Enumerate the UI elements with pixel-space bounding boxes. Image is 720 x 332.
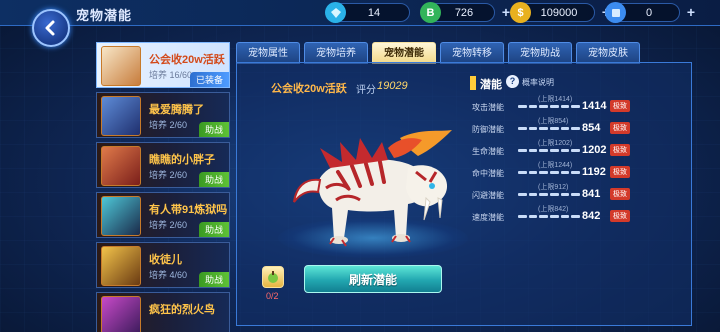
pet-avatar <box>101 246 141 286</box>
tab-bar: 宠物属性 宠物培养 宠物潜能 宠物转移 宠物助战 宠物皮肤 <box>236 42 696 64</box>
stat-name: 速度潜能 <box>472 213 504 222</box>
pet-name: 收徒儿 <box>149 254 182 266</box>
pet-level: 培养 2/60 <box>149 220 188 230</box>
pet-list-item[interactable]: 最爱腾腾了 培养 2/60 助战 <box>96 92 230 138</box>
material-count: 0/2 <box>266 291 279 301</box>
b-coin-plus-button[interactable]: + <box>502 4 510 20</box>
tab-pet-training[interactable]: 宠物培养 <box>304 42 368 64</box>
resource-gold: $ 109000 + <box>510 2 610 23</box>
white-tiger-pet-image <box>293 130 452 247</box>
gold-coin-icon: $ <box>510 2 531 23</box>
stat-row-speed: 速度潜能 (上限842) 842 极致 <box>470 204 692 226</box>
stat-progress <box>518 149 581 152</box>
tab-pet-potential[interactable]: 宠物潜能 <box>372 42 436 64</box>
resource-b-coin: B 726 + <box>420 2 510 23</box>
stat-grade-badge: 极致 <box>610 188 630 200</box>
potential-stats-panel: 潜能 ? 概率说明 攻击潜能 (上限1414) 1414 极致 防御潜能 (上限… <box>470 72 692 302</box>
tab-pet-attributes[interactable]: 宠物属性 <box>236 42 300 64</box>
top-bar: 宠物潜能 14 B 726 + $ 109000 + 0 + <box>0 0 720 26</box>
refresh-potential-button[interactable]: 刷新潜能 <box>304 265 442 293</box>
chevron-left-icon <box>45 20 55 36</box>
stat-progress <box>518 171 581 174</box>
pet-avatar <box>101 146 141 186</box>
tab-pet-transfer[interactable]: 宠物转移 <box>440 42 504 64</box>
page-title: 宠物潜能 <box>76 8 133 23</box>
stat-value: 1192 <box>582 166 606 178</box>
pet-avatar <box>101 196 141 236</box>
stat-row-accuracy: 命中潜能 (上限1244) 1192 极致 <box>470 160 692 182</box>
pet-level: 培养 4/60 <box>149 270 188 280</box>
stat-grade-badge: 极致 <box>610 144 630 156</box>
pet-list-item[interactable]: 疯狂的烈火鸟 <box>96 292 230 332</box>
stat-cap: (上限1202) <box>538 140 573 147</box>
stat-grade-badge: 极致 <box>610 122 630 134</box>
stat-cap: (上限1244) <box>538 162 573 169</box>
card-plus-button[interactable]: + <box>687 4 695 20</box>
assist-badge: 助战 <box>198 272 229 287</box>
pet-name: 瞧瞧的小胖子 <box>149 154 215 166</box>
pet-name: 疯狂的烈火鸟 <box>149 304 215 316</box>
b-coin-icon: B <box>420 2 441 23</box>
stat-name: 闪避潜能 <box>472 191 504 200</box>
stat-progress <box>518 127 581 130</box>
pet-avatar <box>101 46 141 86</box>
pet-avatar <box>101 96 141 136</box>
card-icon <box>605 2 626 23</box>
pet-name: 公会收20w活跃 <box>149 54 225 66</box>
stat-grade-badge: 极致 <box>610 166 630 178</box>
stat-name: 攻击潜能 <box>472 103 504 112</box>
probability-info-link[interactable]: 概率说明 <box>522 77 554 88</box>
pet-name: 最爱腾腾了 <box>149 104 204 116</box>
tab-pet-skin[interactable]: 宠物皮肤 <box>576 42 640 64</box>
fruit-icon <box>268 271 278 283</box>
material-slot[interactable] <box>262 266 284 288</box>
stat-row-attack: 攻击潜能 (上限1414) 1414 极致 <box>470 94 692 116</box>
diamond-icon <box>325 2 346 23</box>
resource-diamond: 14 <box>325 2 410 23</box>
pet-level: 培养 2/60 <box>149 170 188 180</box>
stat-row-evasion: 闪避潜能 (上限912) 841 极致 <box>470 182 692 204</box>
stat-progress <box>518 193 581 196</box>
stat-progress <box>518 105 581 108</box>
detail-pet-name: 公会收20w活跃 <box>271 83 347 95</box>
stat-value: 1414 <box>582 100 607 112</box>
stat-name: 防御潜能 <box>472 125 504 134</box>
pet-list-item[interactable]: 公会收20w活跃 培养 16/60 已装备 <box>96 42 230 88</box>
score-label: 评分 <box>356 85 376 96</box>
section-accent <box>470 76 476 90</box>
stat-value: 1202 <box>582 144 607 156</box>
stat-progress <box>518 215 581 218</box>
stat-cap: (上限1414) <box>538 96 573 103</box>
stat-row-defense: 防御潜能 (上限854) 854 极致 <box>470 116 692 138</box>
assist-badge: 助战 <box>198 122 229 137</box>
stat-grade-badge: 极致 <box>610 210 630 222</box>
score-value: 19029 <box>377 80 408 92</box>
stat-name: 命中潜能 <box>472 169 504 178</box>
pet-list-item[interactable]: 有人带91炼狱吗 培养 2/60 助战 <box>96 192 230 238</box>
stat-grade-badge: 极致 <box>610 100 630 112</box>
pet-list-item[interactable]: 瞧瞧的小胖子 培养 2/60 助战 <box>96 142 230 188</box>
help-icon[interactable]: ? <box>506 75 519 88</box>
stat-name: 生命潜能 <box>472 147 504 156</box>
assist-badge: 助战 <box>198 172 229 187</box>
stat-cap: (上限854) <box>538 118 569 125</box>
stat-value: 854 <box>582 122 601 134</box>
resource-card: 0 + <box>605 2 695 23</box>
pet-avatar <box>101 296 141 332</box>
stat-cap: (上限912) <box>538 184 569 191</box>
back-button[interactable] <box>32 9 70 47</box>
stat-value: 842 <box>582 210 601 222</box>
equipped-badge: 已装备 <box>189 72 229 87</box>
tab-pet-assist[interactable]: 宠物助战 <box>508 42 572 64</box>
pet-level: 培养 2/60 <box>149 120 188 130</box>
stat-cap: (上限842) <box>538 206 569 213</box>
assist-badge: 助战 <box>198 222 229 237</box>
stat-value: 841 <box>582 188 601 200</box>
pet-name: 有人带91炼狱吗 <box>149 204 228 216</box>
stat-row-hp: 生命潜能 (上限1202) 1202 极致 <box>470 138 692 160</box>
pet-level: 培养 16/60 <box>149 70 193 80</box>
potential-title: 潜能 <box>480 79 502 91</box>
pet-list[interactable]: 公会收20w活跃 培养 16/60 已装备 最爱腾腾了 培养 2/60 助战 瞧… <box>96 38 232 332</box>
pet-list-item[interactable]: 收徒儿 培养 4/60 助战 <box>96 242 230 288</box>
